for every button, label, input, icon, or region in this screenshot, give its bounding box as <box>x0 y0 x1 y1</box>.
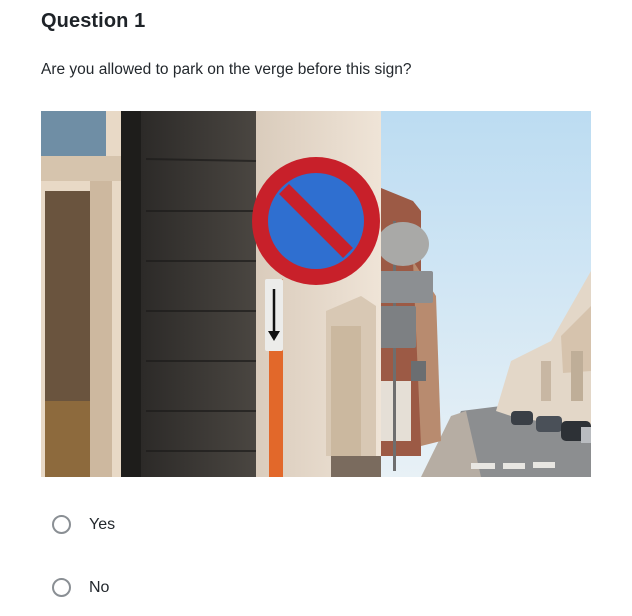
radio-button-yes[interactable] <box>52 515 71 534</box>
no-parking-sign <box>252 157 380 285</box>
parked-car <box>511 411 533 425</box>
answer-option-no[interactable]: No <box>52 578 109 597</box>
answer-option-yes[interactable]: Yes <box>52 515 115 534</box>
question-text: Are you allowed to park on the verge bef… <box>41 61 412 78</box>
sign-back-rect <box>378 271 433 303</box>
wood-wall <box>141 111 256 477</box>
answer-label-no: No <box>89 578 110 596</box>
question-title: Question 1 <box>41 10 146 32</box>
question-image <box>41 111 591 477</box>
answer-label-yes: Yes <box>89 515 116 533</box>
radio-button-no[interactable] <box>52 578 71 597</box>
sign-back-round <box>377 222 429 266</box>
